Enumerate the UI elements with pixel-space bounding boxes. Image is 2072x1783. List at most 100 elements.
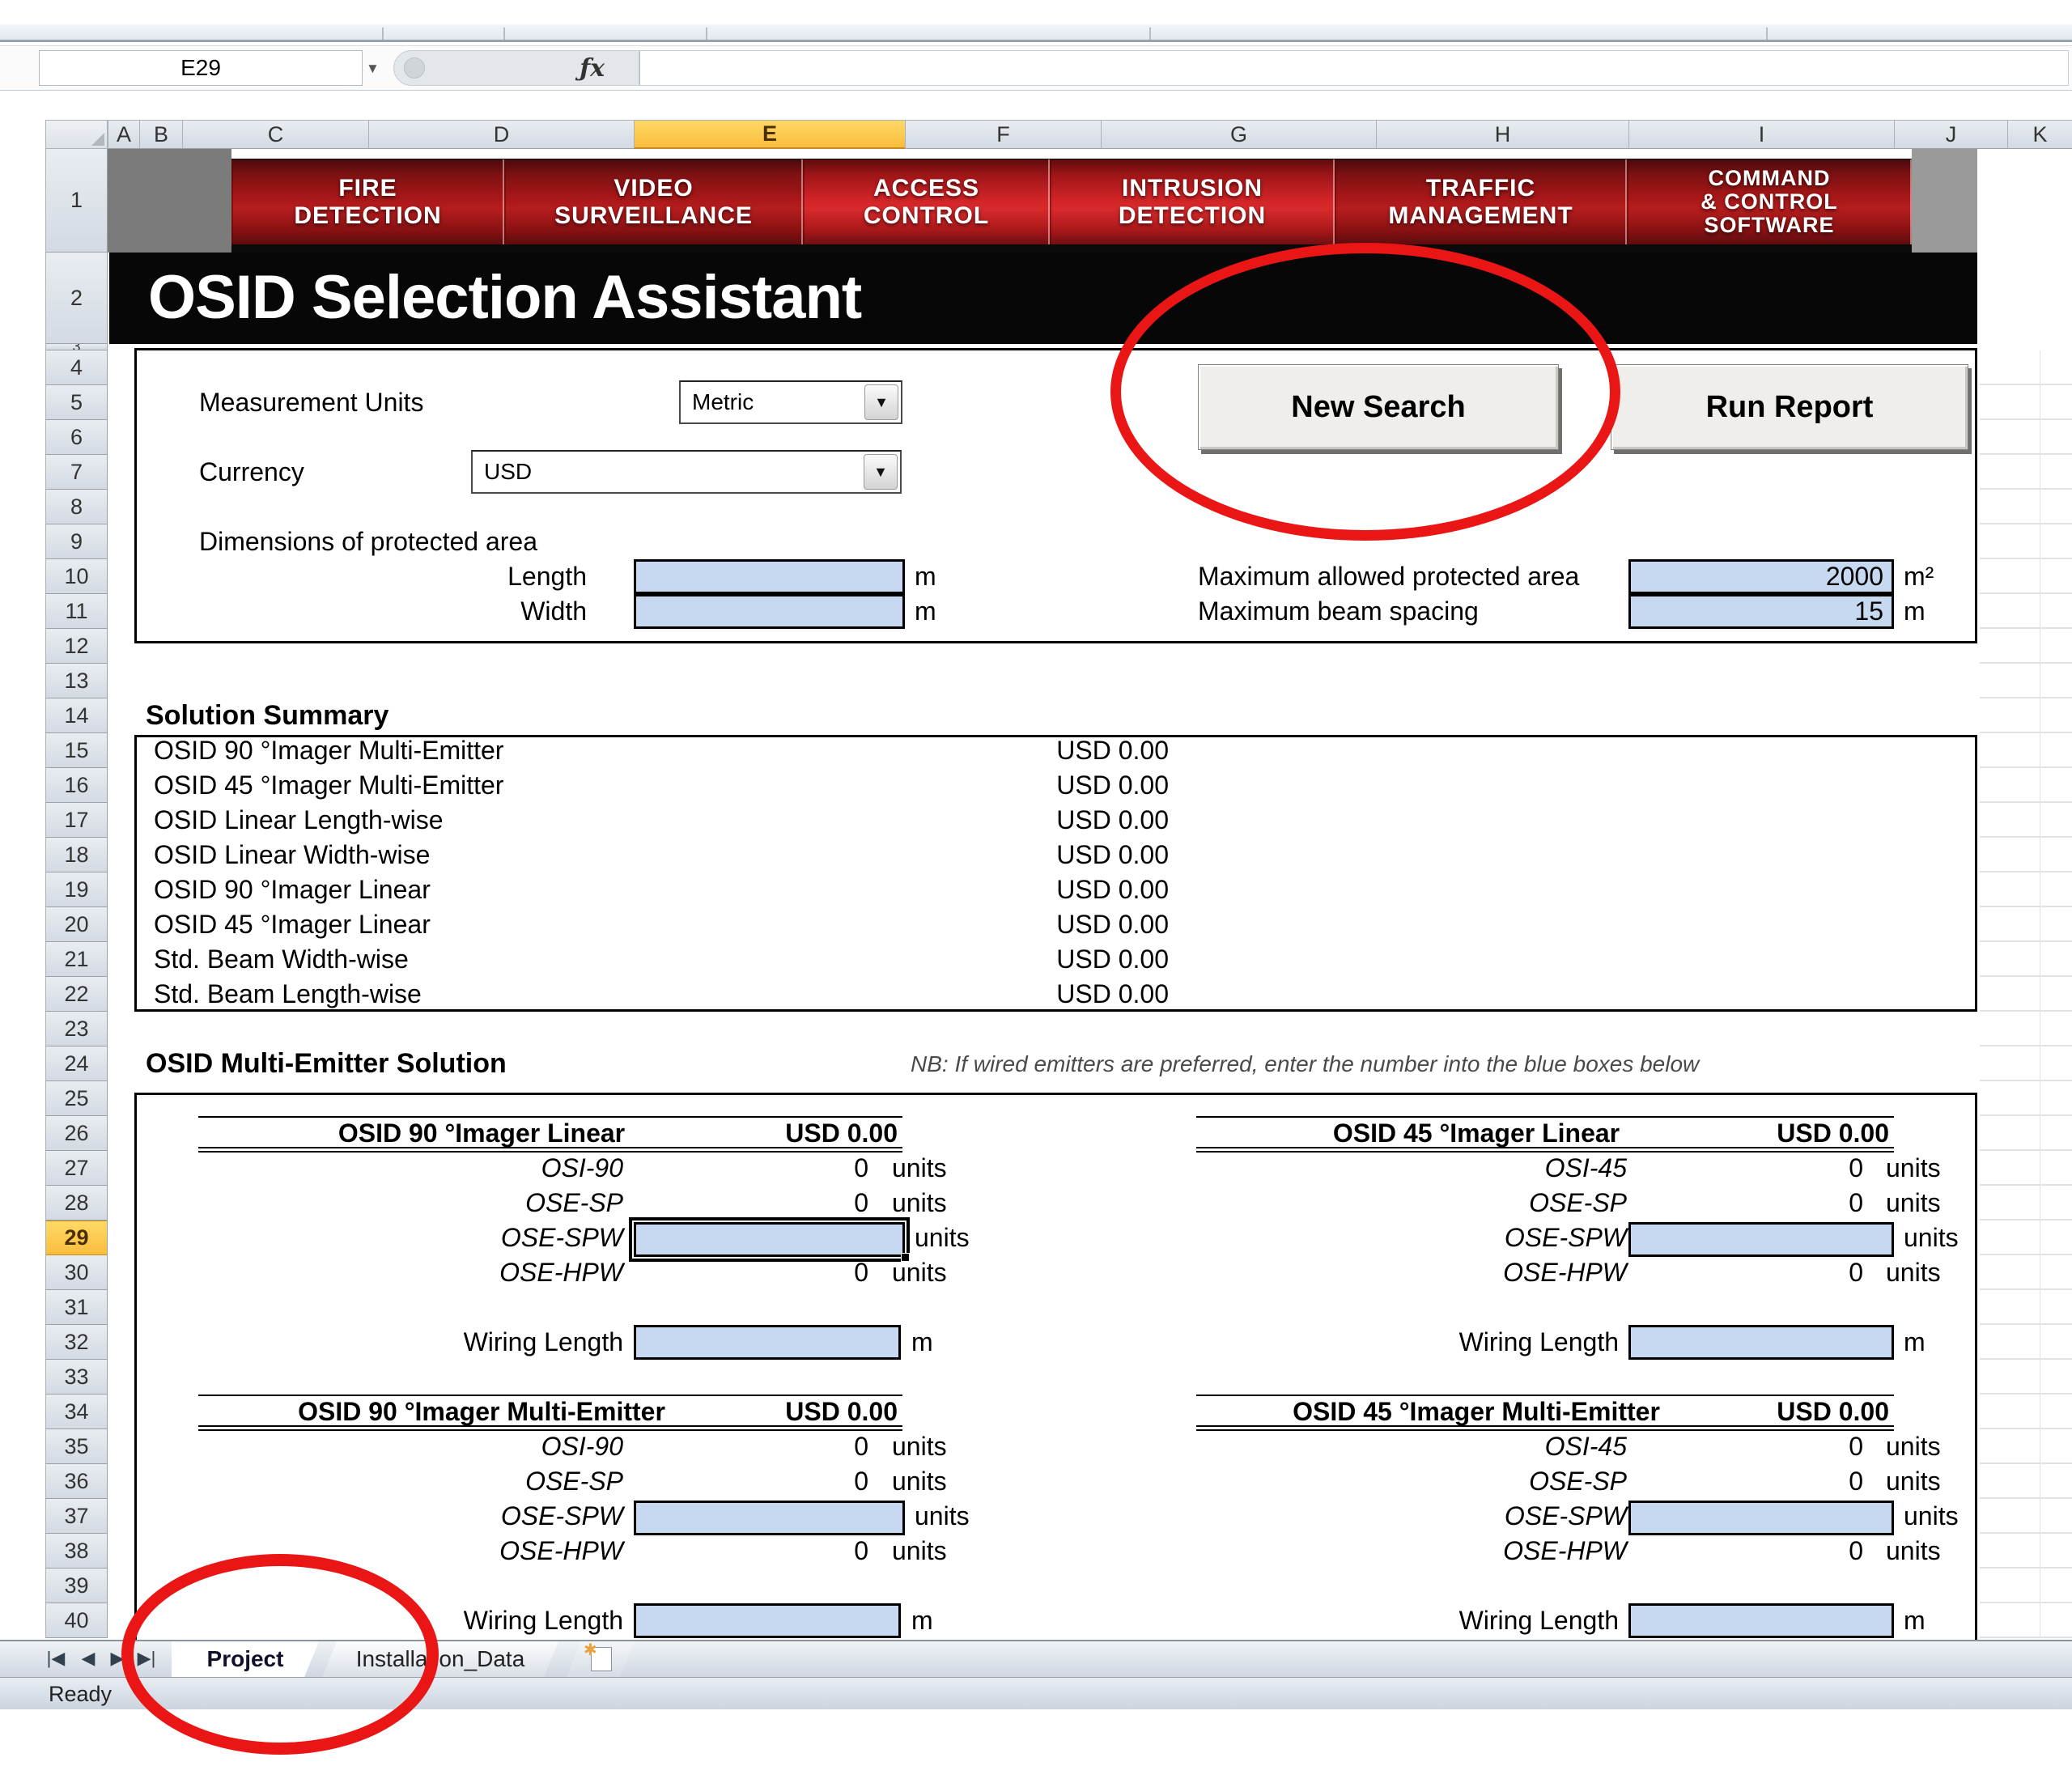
row-header-12[interactable]: 12 [45,629,108,664]
width-input[interactable] [634,594,905,629]
insert-function-icon[interactable]: ƒx [580,54,605,83]
dropdown-caret-icon[interactable]: ▼ [864,384,898,420]
row-header-3[interactable]: 3 [45,344,108,350]
ose-spw-input[interactable] [1628,1501,1894,1535]
formula-input[interactable] [640,50,2069,86]
sheet-nav-last-icon[interactable]: ▶| [133,1645,160,1672]
sheet-nav-prev-icon[interactable]: ◀ [74,1645,102,1672]
row-header-22[interactable]: 22 [45,977,108,1012]
row-header-28[interactable]: 28 [45,1186,108,1221]
wiring-length-input[interactable] [634,1603,901,1638]
row-header-30[interactable]: 30 [45,1255,108,1290]
column-header-J[interactable]: J [1894,120,2007,149]
max-spacing-value-box[interactable]: 15 [1628,594,1894,629]
dropdown-caret-icon[interactable]: ▼ [864,454,898,490]
sheet-nav-next-icon[interactable]: ▶ [104,1645,131,1672]
run-report-button[interactable]: Run Report [1611,364,1968,450]
select-all-corner[interactable] [45,120,108,149]
row-header-33[interactable]: 33 [45,1360,108,1395]
banner-tab-line: DETECTION [1119,202,1266,230]
row-header-10[interactable]: 10 [45,559,108,594]
row-header-23[interactable]: 23 [45,1012,108,1046]
column-header-G[interactable]: G [1101,120,1376,149]
column-header-K[interactable]: K [2007,120,2072,149]
length-input[interactable] [634,559,905,594]
column-header-B[interactable]: B [139,120,182,149]
row-header-14[interactable]: 14 [45,698,108,733]
row-header-25[interactable]: 25 [45,1081,108,1116]
column-header-D[interactable]: D [368,120,634,149]
row-header-15[interactable]: 15 [45,733,108,768]
banner-tab-fire-detection[interactable]: FIRE DETECTION [231,159,504,244]
banner-tab-video-surveillance[interactable]: VIDEO SURVEILLANCE [504,159,803,244]
row-header-37[interactable]: 37 [45,1499,108,1534]
banner-tab-traffic-management[interactable]: TRAFFIC MANAGEMENT [1335,159,1627,244]
wiring-length-input[interactable] [1628,1325,1894,1360]
wiring-length-label: Wiring Length [1344,1603,1619,1638]
row-header-31[interactable]: 31 [45,1290,108,1325]
row-header-5[interactable]: 5 [45,385,108,420]
row-header-17[interactable]: 17 [45,803,108,838]
row-header-26[interactable]: 26 [45,1116,108,1151]
row-header-9[interactable]: 9 [45,524,108,559]
row-header-16[interactable]: 16 [45,768,108,803]
column-header-A[interactable]: A [108,120,139,149]
ose-spw-input-selected-cell[interactable] [634,1222,905,1257]
wiring-length-input[interactable] [634,1325,901,1360]
row-header-13[interactable]: 13 [45,664,108,698]
currency-dropdown[interactable]: USD ▼ [471,450,902,494]
new-search-button[interactable]: New Search [1198,364,1559,450]
row-header-18[interactable]: 18 [45,838,108,872]
row-header-34[interactable]: 34 [45,1395,108,1429]
max-area-value-box[interactable]: 2000 [1628,559,1894,594]
wiring-length-unit: m [1904,1325,1926,1360]
part-label: OSI-45 [1327,1151,1627,1186]
sheet-tab-project[interactable]: Project [172,1641,319,1677]
part-qty: 0 [1628,1534,1863,1569]
banner-tab-access-control[interactable]: ACCESS CONTROL [803,159,1050,244]
summary-item-price: USD 0.00 [926,942,1169,977]
column-header-H[interactable]: H [1376,120,1628,149]
row-header-32[interactable]: 32 [45,1325,108,1360]
part-qty: 0 [634,1186,868,1221]
summary-item-price: USD 0.00 [926,733,1169,768]
row-header-11[interactable]: 11 [45,594,108,629]
row-header-19[interactable]: 19 [45,872,108,907]
row-header-40[interactable]: 40 [45,1603,108,1638]
banner-tab-command-control-software[interactable]: COMMAND & CONTROL SOFTWARE [1627,159,1912,244]
measurement-units-dropdown[interactable]: Metric ▼ [679,380,902,424]
part-label: OSI-90 [324,1429,623,1464]
row-header-39[interactable]: 39 [45,1569,108,1603]
sheet-nav-first-icon[interactable]: |◀ [42,1645,70,1672]
ose-spw-input[interactable] [634,1501,905,1535]
ose-spw-input[interactable] [1628,1222,1894,1257]
row-header-35[interactable]: 35 [45,1429,108,1464]
row-header-20[interactable]: 20 [45,907,108,942]
column-header-I[interactable]: I [1628,120,1894,149]
name-box[interactable]: E29 [39,50,363,86]
name-box-caret-icon[interactable]: ▼ [366,61,380,77]
row-header-29[interactable]: 29 [45,1221,108,1255]
part-unit: units [892,1151,947,1186]
column-header-F[interactable]: F [905,120,1101,149]
row-header-8[interactable]: 8 [45,490,108,524]
row-header-24[interactable]: 24 [45,1046,108,1081]
column-header-C[interactable]: C [182,120,368,149]
part-unit: units [915,1499,970,1534]
row-header-36[interactable]: 36 [45,1464,108,1499]
part-label: OSE-SP [324,1464,623,1499]
sheet-tab-installation-data[interactable]: Installation_Data [322,1641,558,1677]
column-header-E[interactable]: E [634,120,905,149]
row-header-1[interactable]: 1 [45,149,108,253]
row-header-6[interactable]: 6 [45,420,108,455]
row-header-38[interactable]: 38 [45,1534,108,1569]
row-header-4[interactable]: 4 [45,350,108,385]
row-header-21[interactable]: 21 [45,942,108,977]
wiring-length-label: Wiring Length [348,1325,623,1360]
wiring-length-input[interactable] [1628,1603,1894,1638]
row-header-2[interactable]: 2 [45,253,108,344]
width-label: Width [364,594,587,629]
banner-tab-intrusion-detection[interactable]: INTRUSION DETECTION [1050,159,1335,244]
row-header-27[interactable]: 27 [45,1151,108,1186]
row-header-7[interactable]: 7 [45,455,108,490]
